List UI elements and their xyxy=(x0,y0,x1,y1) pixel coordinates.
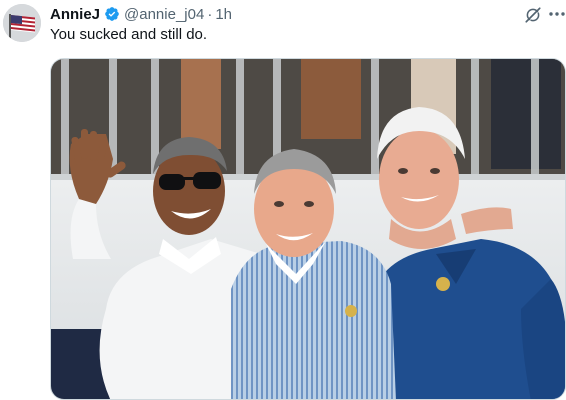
author-handle[interactable]: @annie_j04 xyxy=(124,6,204,23)
avatar[interactable] xyxy=(3,4,41,42)
post-header: AnnieJ @annie_j04 · 1h xyxy=(50,5,232,23)
verified-badge-icon xyxy=(105,7,119,21)
author-name[interactable]: AnnieJ xyxy=(50,6,100,23)
more-icon[interactable] xyxy=(547,4,566,24)
three-men-photo xyxy=(51,59,565,399)
flag-avatar-image xyxy=(3,4,41,42)
grok-icon[interactable] xyxy=(524,6,542,24)
post-text: You sucked and still do. xyxy=(50,26,208,43)
post-photo[interactable] xyxy=(50,58,566,400)
timestamp[interactable]: 1h xyxy=(215,6,232,23)
separator-dot: · xyxy=(207,5,213,23)
